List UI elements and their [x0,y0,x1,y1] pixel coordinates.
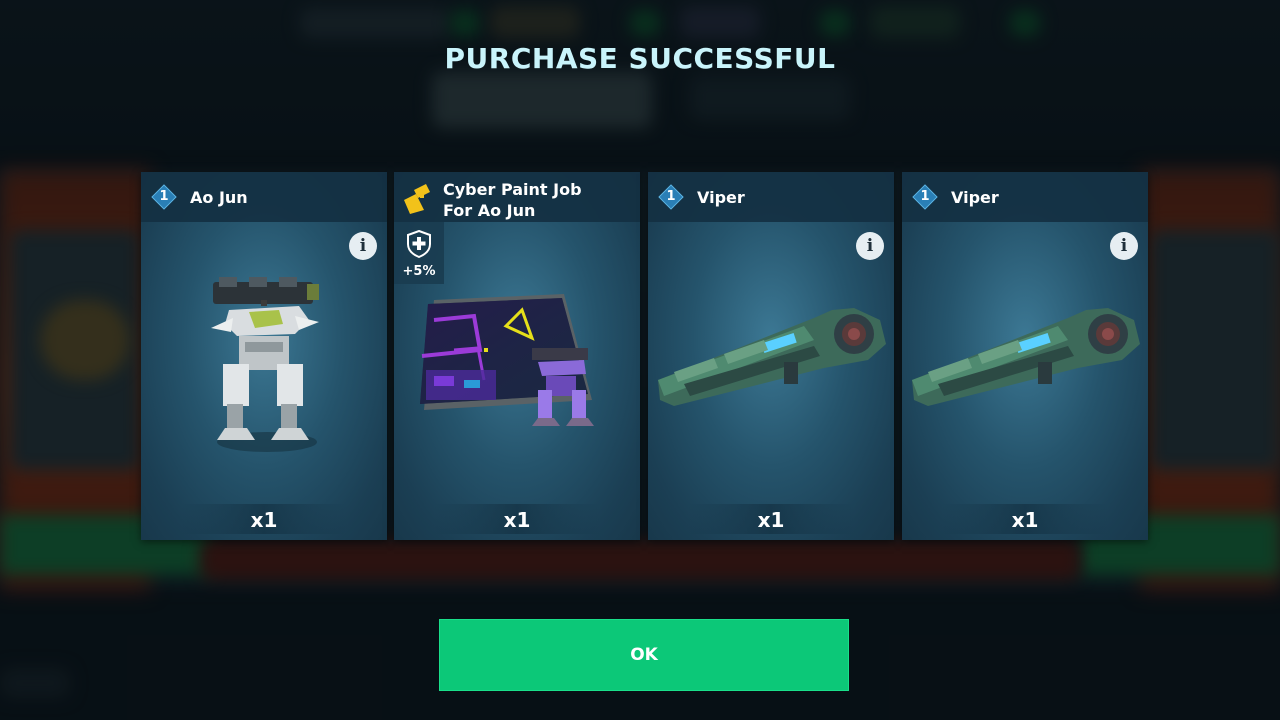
ok-button[interactable]: OK [439,619,849,691]
card-title: Viper [697,188,745,207]
card-header: Cyber Paint Job For Ao Jun [394,172,640,222]
reward-card-paint: Cyber Paint Job For Ao Jun +5% x1 [394,172,640,540]
reward-card-weapon: 1 Viper i x1 [648,172,894,540]
weapon-viper-image [912,308,1140,406]
weapon-viper-image [658,308,886,406]
shield-plus-icon [407,230,431,258]
quantity-label: x1 [1011,508,1039,532]
reward-card-weapon: 1 Viper i x1 [902,172,1148,540]
paint-job-image [420,294,594,426]
card-header: 1 Ao Jun [141,172,387,222]
level-badge: 1 [151,184,177,210]
info-icon[interactable]: i [349,232,377,260]
quantity-label: x1 [503,508,531,532]
purchase-title: PURCHASE SUCCESSFUL [444,42,836,75]
quantity-label: x1 [757,508,785,532]
card-header: 1 Viper [648,172,894,222]
info-icon[interactable]: i [856,232,884,260]
info-icon[interactable]: i [1110,232,1138,260]
quantity-label: x1 [250,508,278,532]
level-badge: 1 [658,184,684,210]
card-title: Ao Jun [190,188,248,207]
paint-can-icon [404,184,430,214]
reward-card-robot: 1 Ao Jun i x1 [141,172,387,540]
level-badge: 1 [912,184,938,210]
card-title: Viper [951,188,999,207]
card-title: Cyber Paint Job For Ao Jun [443,180,582,220]
armor-bonus-badge: +5% [394,222,444,284]
robot-image [211,277,319,452]
card-header: 1 Viper [902,172,1148,222]
